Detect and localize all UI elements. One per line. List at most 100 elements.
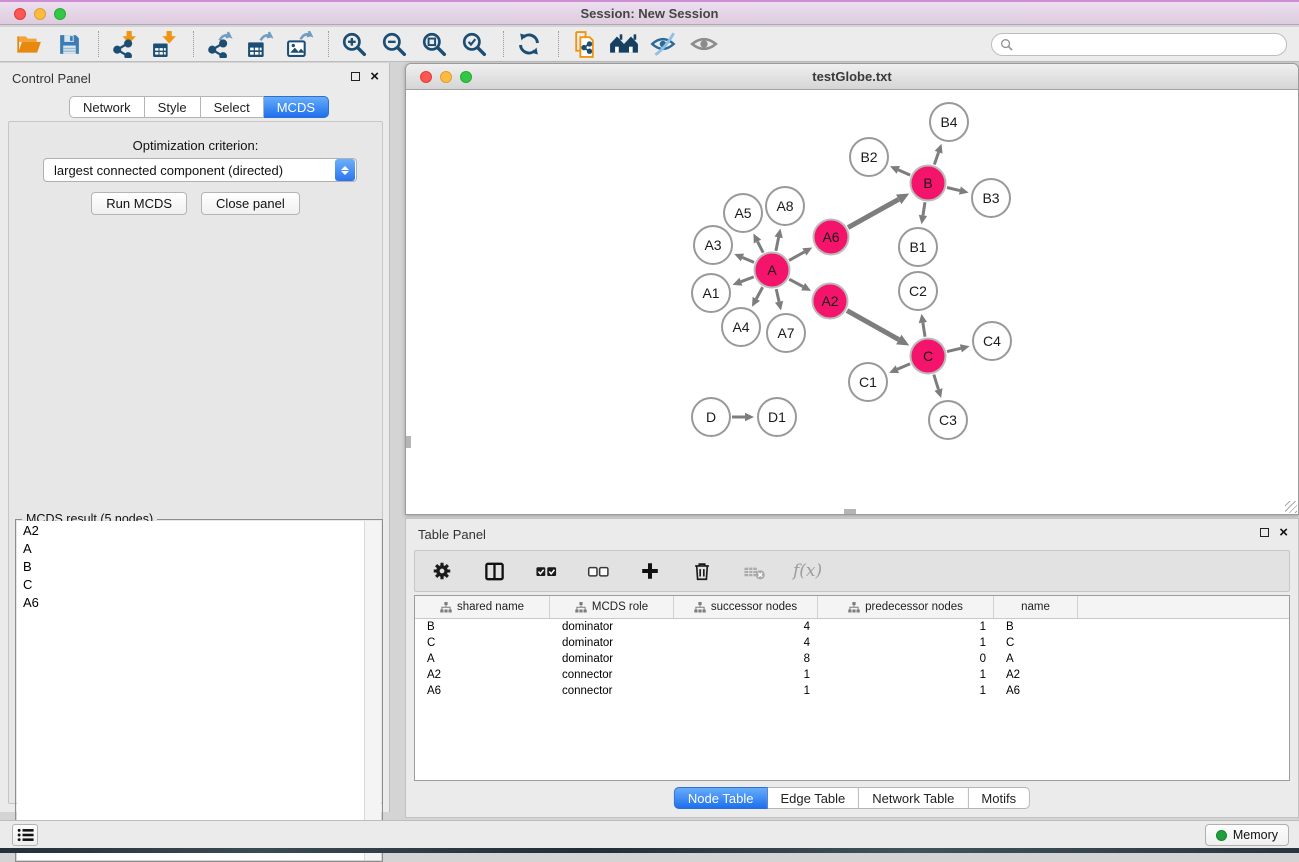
mcds-result-list[interactable]: A2ABCA6 (17, 521, 365, 860)
graph-node-C1[interactable]: C1 (849, 363, 887, 401)
graph-node-A5[interactable]: A5 (724, 194, 762, 232)
graph-node-C3[interactable]: C3 (929, 401, 967, 439)
memory-button[interactable]: Memory (1205, 824, 1289, 846)
graph-node-C4[interactable]: C4 (973, 322, 1011, 360)
table-row[interactable]: Bdominator41B (415, 619, 1289, 635)
delete-table-button[interactable] (741, 558, 767, 584)
function-builder-button[interactable]: f(x) (793, 558, 822, 584)
close-table-panel-icon[interactable]: × (1279, 527, 1288, 538)
zoom-in-button[interactable] (339, 29, 369, 59)
graph-edge-C-C3[interactable] (934, 375, 943, 398)
column-header[interactable]: successor nodes (674, 596, 818, 618)
graph-node-B1[interactable]: B1 (899, 228, 937, 266)
graph-node-B2[interactable]: B2 (850, 138, 888, 176)
graph-edge-A6-B[interactable] (848, 193, 909, 227)
zoom-fit-button[interactable] (419, 29, 449, 59)
column-header[interactable]: name (994, 596, 1078, 618)
export-image-button[interactable] (284, 29, 314, 59)
table-settings-button[interactable] (429, 558, 455, 584)
save-session-button[interactable] (54, 29, 84, 59)
graph-edge-A-A2[interactable] (789, 279, 811, 291)
export-network-button[interactable] (204, 29, 234, 59)
result-item[interactable]: A6 (17, 593, 364, 611)
column-header[interactable]: MCDS role (550, 596, 674, 618)
graph-edge-C-C2[interactable] (919, 314, 927, 337)
network-window-titlebar[interactable]: testGlobe.txt (406, 64, 1298, 90)
graph-node-A2[interactable]: A2 (813, 284, 848, 319)
graph-edge-C-C4[interactable] (947, 344, 970, 352)
tab-node-table[interactable]: Node Table (674, 787, 768, 809)
vertical-scrollbar-thumb[interactable] (406, 436, 411, 448)
show-columns-button[interactable] (481, 558, 507, 584)
graph-node-A[interactable]: A (755, 253, 790, 288)
delete-column-button[interactable] (689, 558, 715, 584)
result-item[interactable]: A2 (17, 521, 364, 539)
graph-node-A8[interactable]: A8 (766, 187, 804, 225)
tab-mcds[interactable]: MCDS (264, 96, 329, 118)
select-all-button[interactable] (533, 558, 559, 584)
close-panel-button[interactable]: Close panel (201, 192, 300, 215)
table-row[interactable]: Adominator80A (415, 651, 1289, 667)
task-history-button[interactable] (12, 824, 38, 846)
graph-edge-A2-C[interactable] (847, 311, 909, 346)
graph-node-D[interactable]: D (692, 398, 730, 436)
graph-node-D1[interactable]: D1 (758, 398, 796, 436)
graph-edge-B-B1[interactable] (919, 202, 927, 224)
deselect-all-button[interactable] (585, 558, 611, 584)
zoom-out-button[interactable] (379, 29, 409, 59)
graph-node-A1[interactable]: A1 (692, 274, 730, 312)
hide-selected-button[interactable] (649, 29, 679, 59)
graph-node-A4[interactable]: A4 (722, 308, 760, 346)
graph-edge-B-B2[interactable] (890, 166, 910, 175)
tab-edge-table[interactable]: Edge Table (767, 787, 859, 809)
tab-network-table[interactable]: Network Table (859, 787, 968, 809)
graph-node-C[interactable]: C (911, 339, 946, 374)
graph-node-B[interactable]: B (911, 166, 946, 201)
criterion-dropdown[interactable]: largest connected component (directed) (43, 158, 357, 182)
graph-edge-A-A4[interactable] (752, 287, 763, 307)
graph-edge-C-C1[interactable] (889, 364, 910, 373)
search-input[interactable] (1018, 38, 1268, 52)
graph-edge-A-A7[interactable] (775, 289, 783, 311)
refresh-layout-button[interactable] (514, 29, 544, 59)
graph-node-B3[interactable]: B3 (972, 179, 1010, 217)
graph-edge-A-A3[interactable] (734, 254, 754, 263)
float-table-panel-icon[interactable] (1260, 528, 1269, 537)
tab-network[interactable]: Network (69, 96, 145, 118)
export-table-button[interactable] (244, 29, 274, 59)
tab-select[interactable]: Select (201, 96, 264, 118)
column-header[interactable]: shared name (415, 596, 550, 618)
search-field[interactable] (991, 33, 1287, 56)
network-canvas[interactable]: B4 B2 B B3 A8A5 A6 A3 B1 A C2 A1 A2 A4A7 C4 C C1 D D1 C3 (406, 90, 1298, 514)
graph-node-A7[interactable]: A7 (767, 314, 805, 352)
tab-motifs[interactable]: Motifs (968, 787, 1030, 809)
import-network-button[interactable] (109, 29, 139, 59)
result-item[interactable]: A (17, 539, 364, 557)
graph-node-A6[interactable]: A6 (814, 220, 849, 255)
zoom-selected-button[interactable] (459, 29, 489, 59)
graph-node-A3[interactable]: A3 (694, 226, 732, 264)
result-scrollbar[interactable] (365, 521, 381, 860)
table-row[interactable]: A2connector11A2 (415, 667, 1289, 683)
copy-network-button[interactable] (569, 29, 599, 59)
result-item[interactable]: B (17, 557, 364, 575)
first-neighbors-button[interactable] (609, 29, 639, 59)
run-mcds-button[interactable]: Run MCDS (91, 192, 187, 215)
graph-edge-A-A5[interactable] (753, 233, 763, 252)
table-row[interactable]: A6connector11A6 (415, 683, 1289, 699)
import-table-button[interactable] (149, 29, 179, 59)
column-header[interactable]: predecessor nodes (818, 596, 994, 618)
resize-grip[interactable] (1285, 501, 1297, 513)
result-item[interactable]: C (17, 575, 364, 593)
close-panel-icon[interactable]: × (370, 71, 379, 82)
graph-node-B4[interactable]: B4 (930, 103, 968, 141)
float-panel-icon[interactable] (351, 72, 360, 81)
graph-edge-A-A1[interactable] (733, 277, 754, 286)
graph-edge-D-D1[interactable] (732, 413, 754, 421)
horizontal-scrollbar-thumb[interactable] (844, 509, 856, 514)
graph-edge-B-B3[interactable] (947, 187, 969, 195)
create-column-button[interactable] (637, 558, 663, 584)
graph-node-C2[interactable]: C2 (899, 272, 937, 310)
graph-edge-A-A6[interactable] (789, 247, 812, 260)
tab-style[interactable]: Style (145, 96, 201, 118)
